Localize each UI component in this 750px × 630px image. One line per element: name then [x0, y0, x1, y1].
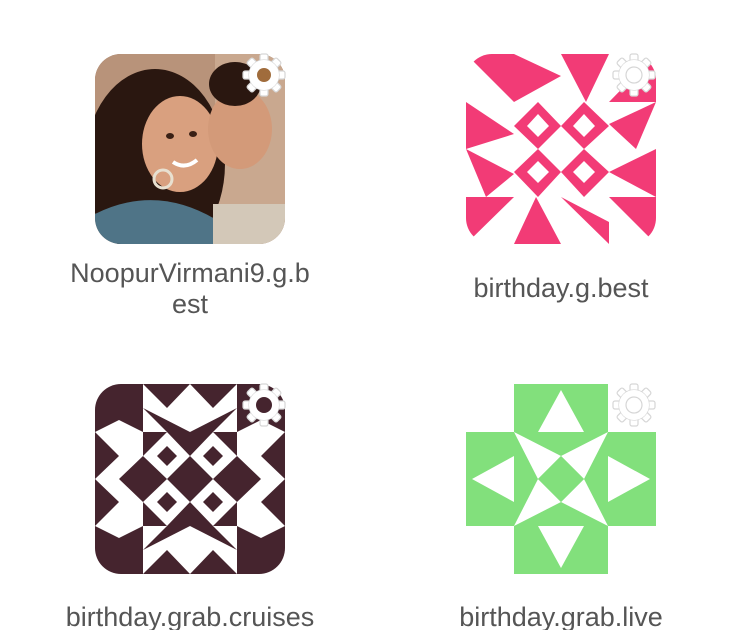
account-grid: NoopurVirmani9.g.b est birthday.g.best b…	[0, 0, 750, 630]
account-name-label: NoopurVirmani9.g.b est	[70, 258, 310, 319]
account-name-label: birthday.g.best	[473, 273, 649, 303]
gear-icon	[242, 53, 286, 97]
settings-gear-button[interactable]	[611, 382, 657, 428]
settings-gear-button[interactable]	[241, 382, 287, 428]
account-name-label: birthday.grab.cruises	[65, 602, 315, 630]
gear-icon	[242, 383, 286, 427]
settings-gear-button[interactable]	[611, 52, 657, 98]
gear-icon	[612, 383, 656, 427]
account-name-label: birthday.grab.live	[459, 602, 663, 630]
gear-icon	[612, 53, 656, 97]
settings-gear-button[interactable]	[241, 52, 287, 98]
